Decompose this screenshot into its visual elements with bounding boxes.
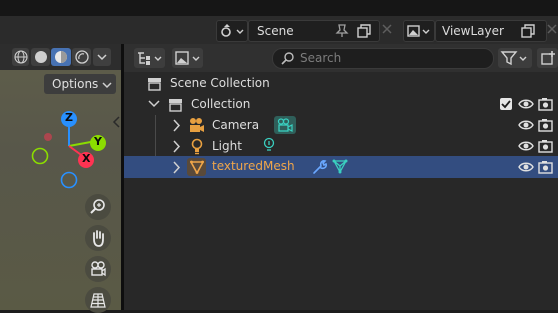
gizmo-y-label: Y [94,135,102,148]
wrench-icon[interactable] [312,159,328,175]
render-camera-icon[interactable] [538,139,553,153]
options-button[interactable]: Options [44,74,116,94]
filter-dropdown[interactable] [498,48,532,68]
render-camera-icon[interactable] [538,118,553,132]
mesh-object-icon [189,160,204,174]
gizmo-z-label: Z [65,111,73,124]
duplicate-scene-icon[interactable] [356,23,372,39]
outliner-display-mode-icon [137,52,161,65]
scene-collection-label: Scene Collection [170,76,270,90]
collection-label: Collection [191,97,251,111]
scene-browse-button[interactable] [216,20,248,42]
chevron-right-icon[interactable] [172,119,181,132]
close-view-layer-icon[interactable] [546,23,558,35]
render-camera-icon[interactable] [538,160,553,174]
camera-data-icon [277,118,293,132]
display-mode-dropdown[interactable] [134,48,165,68]
view-layer-icon [407,25,430,37]
rendered-shading-button[interactable] [72,48,91,66]
camera-data-button[interactable] [274,116,296,134]
view-layer-name: ViewLayer [442,24,504,38]
new-collection-icon [540,51,555,65]
scene-icon [221,24,244,37]
rendered-sphere-icon [74,50,89,64]
outliner-item-light[interactable]: Light [124,136,558,157]
new-collection-button[interactable] [537,48,558,68]
light-icon [191,138,203,155]
pan-button[interactable] [85,225,111,251]
chevron-right-icon[interactable] [172,140,181,153]
scene-name-field[interactable]: Scene [248,20,380,42]
outliner-item-label: Light [212,139,242,153]
eye-icon[interactable] [518,97,534,111]
eye-icon[interactable] [518,118,534,132]
mesh-object-icon-box [187,158,206,176]
grid-icon [90,293,106,308]
scene-collection-icon [148,78,161,91]
hand-icon [93,230,104,247]
chevron-right-icon[interactable] [172,161,181,174]
checkmark-icon [501,100,511,109]
chevron-down-icon [97,54,107,61]
chevron-down-icon[interactable] [148,99,160,109]
shading-options-dropdown[interactable] [93,48,111,66]
camera-icon [190,118,204,132]
solid-shading-button[interactable] [31,48,50,66]
close-scene-icon[interactable] [381,23,393,35]
mesh-data-icon[interactable] [332,158,348,175]
collection-icon [169,99,182,112]
search-placeholder: Search [300,51,342,65]
eye-icon[interactable] [518,160,534,174]
filter-mode-dropdown[interactable] [172,48,203,68]
wireframe-sphere-icon [13,50,28,64]
zoom-button[interactable] [85,194,111,220]
scene-collection-row[interactable]: Scene Collection [124,73,558,94]
image-icon [174,51,199,65]
exclude-checkbox[interactable] [500,98,512,110]
options-label: Options [52,77,99,91]
view-layer-browse-button[interactable] [403,20,435,42]
search-icon [281,52,294,65]
wireframe-shading-button[interactable] [12,48,29,66]
perspective-toggle-button[interactable] [85,287,111,313]
top-header-bar [0,0,558,17]
outliner-item-label: Camera [212,118,260,132]
solid-sphere-icon [34,51,47,63]
duplicate-view-layer-icon[interactable] [520,23,536,39]
view-layer-name-field[interactable]: ViewLayer [435,20,547,42]
navigation-gizmo[interactable]: Z Y X [25,105,115,195]
funnel-icon [500,51,527,66]
zoom-icon [90,199,105,214]
outliner-item-label: texturedMesh [212,159,295,173]
gizmo-x-label: X [82,152,91,165]
material-preview-shading-button[interactable] [51,48,71,66]
light-data-icon[interactable] [262,137,276,153]
outliner-item-camera[interactable]: Camera [124,115,558,136]
pin-icon[interactable] [335,24,349,38]
camera-view-button[interactable] [85,256,111,282]
render-camera-icon[interactable] [538,97,553,111]
outliner-item-texturedmesh[interactable]: texturedMesh [124,156,558,178]
collection-row[interactable]: Collection [124,94,558,115]
camera-view-icon [91,261,106,277]
search-input[interactable]: Search [272,48,494,69]
chevron-down-icon [102,82,112,89]
material-sphere-icon [55,51,67,63]
eye-icon[interactable] [518,139,534,153]
scene-name: Scene [257,24,294,38]
